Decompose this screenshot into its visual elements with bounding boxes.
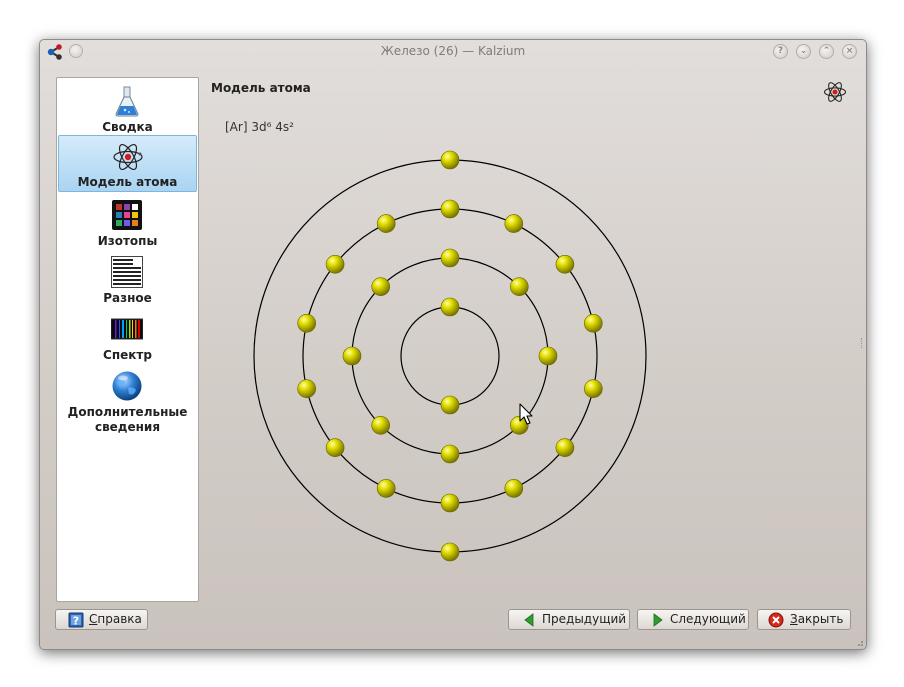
resize-handle[interactable] <box>861 338 865 348</box>
electron <box>376 214 396 233</box>
electron <box>371 277 390 296</box>
resize-grip-icon[interactable] <box>856 639 864 647</box>
electron <box>297 314 316 333</box>
help-button[interactable]: ? Справка <box>55 609 148 630</box>
electron <box>440 493 460 513</box>
electron <box>297 379 316 398</box>
electron-configuration: [Ar] 3d⁶ 4s² <box>225 120 294 134</box>
sidebar-item-label: Дополнительные сведения <box>67 405 188 434</box>
window-title: Железо (26) — Kalzium <box>380 44 526 58</box>
flask-icon <box>115 86 139 117</box>
atom-icon <box>823 82 847 102</box>
sidebar-item-isotopes[interactable]: Изотопы <box>58 194 197 250</box>
help-button-label: Справка <box>89 612 142 626</box>
electron-shell <box>253 159 647 553</box>
help-window-button[interactable]: ? <box>773 44 788 59</box>
mouse-cursor-icon <box>519 403 533 425</box>
electron <box>504 479 524 498</box>
electron <box>440 150 460 170</box>
electron <box>440 444 460 464</box>
close-button[interactable]: Закрыть <box>757 609 851 630</box>
electron <box>583 379 603 398</box>
electron <box>504 214 524 233</box>
atom-icon <box>113 143 143 171</box>
electron <box>342 346 362 366</box>
electron-shell <box>400 306 500 406</box>
globe-icon <box>112 371 142 401</box>
previous-button[interactable]: Предыдущий <box>508 609 630 630</box>
kalzium-window: Железо (26) — Kalzium ? ⌄ ⌃ × Сводка Мод… <box>39 39 867 650</box>
electron <box>376 479 396 498</box>
misc-icon <box>111 256 143 288</box>
atom-model-diagram <box>253 150 647 562</box>
electron <box>440 297 460 317</box>
sidebar-item-label: Сводка <box>102 120 153 134</box>
minimize-button[interactable]: ⌄ <box>796 44 811 59</box>
electron <box>440 542 460 562</box>
electron <box>555 438 575 458</box>
isotopes-icon <box>112 200 142 230</box>
sidebar: Сводка Модель атома Изотопы Разное Спект… <box>56 77 199 602</box>
maximize-button[interactable]: ⌃ <box>819 44 834 59</box>
sidebar-item-spectrum[interactable]: Спектр <box>58 308 197 364</box>
electron <box>440 199 460 219</box>
arrow-right-icon <box>653 613 663 627</box>
next-button[interactable]: Следующий <box>637 609 749 630</box>
close-button-label: Закрыть <box>790 612 844 626</box>
close-window-button[interactable]: × <box>842 44 857 59</box>
previous-button-label: Предыдущий <box>542 612 627 626</box>
next-button-label: Следующий <box>670 612 746 626</box>
sidebar-item-overview[interactable]: Сводка <box>58 80 197 136</box>
electron <box>509 277 529 296</box>
sidebar-item-label: Модель атома <box>77 175 178 189</box>
sidebar-item-label: Спектр <box>103 348 152 362</box>
sidebar-item-label: Изотопы <box>97 234 158 248</box>
sidebar-item-atom-model[interactable]: Модель атома <box>58 135 197 192</box>
electron <box>538 346 558 366</box>
sidebar-item-extra-info[interactable]: Дополнительные сведения <box>58 365 197 437</box>
electron <box>583 314 603 333</box>
electron <box>440 395 460 415</box>
spectrum-icon <box>111 318 143 340</box>
electron <box>371 415 390 435</box>
titlebar[interactable]: Железо (26) — Kalzium ? ⌄ ⌃ × <box>40 40 866 64</box>
page-title: Модель атома <box>211 81 311 95</box>
help-icon: ? <box>68 612 84 628</box>
sidebar-item-misc[interactable]: Разное <box>58 251 197 307</box>
sidebar-item-label: Разное <box>103 291 152 305</box>
electron <box>325 255 345 274</box>
svg-text:?: ? <box>73 615 79 628</box>
electron <box>555 255 575 274</box>
arrow-left-icon <box>524 613 534 627</box>
electron <box>325 438 345 458</box>
electron <box>440 248 460 268</box>
close-icon <box>768 612 784 628</box>
